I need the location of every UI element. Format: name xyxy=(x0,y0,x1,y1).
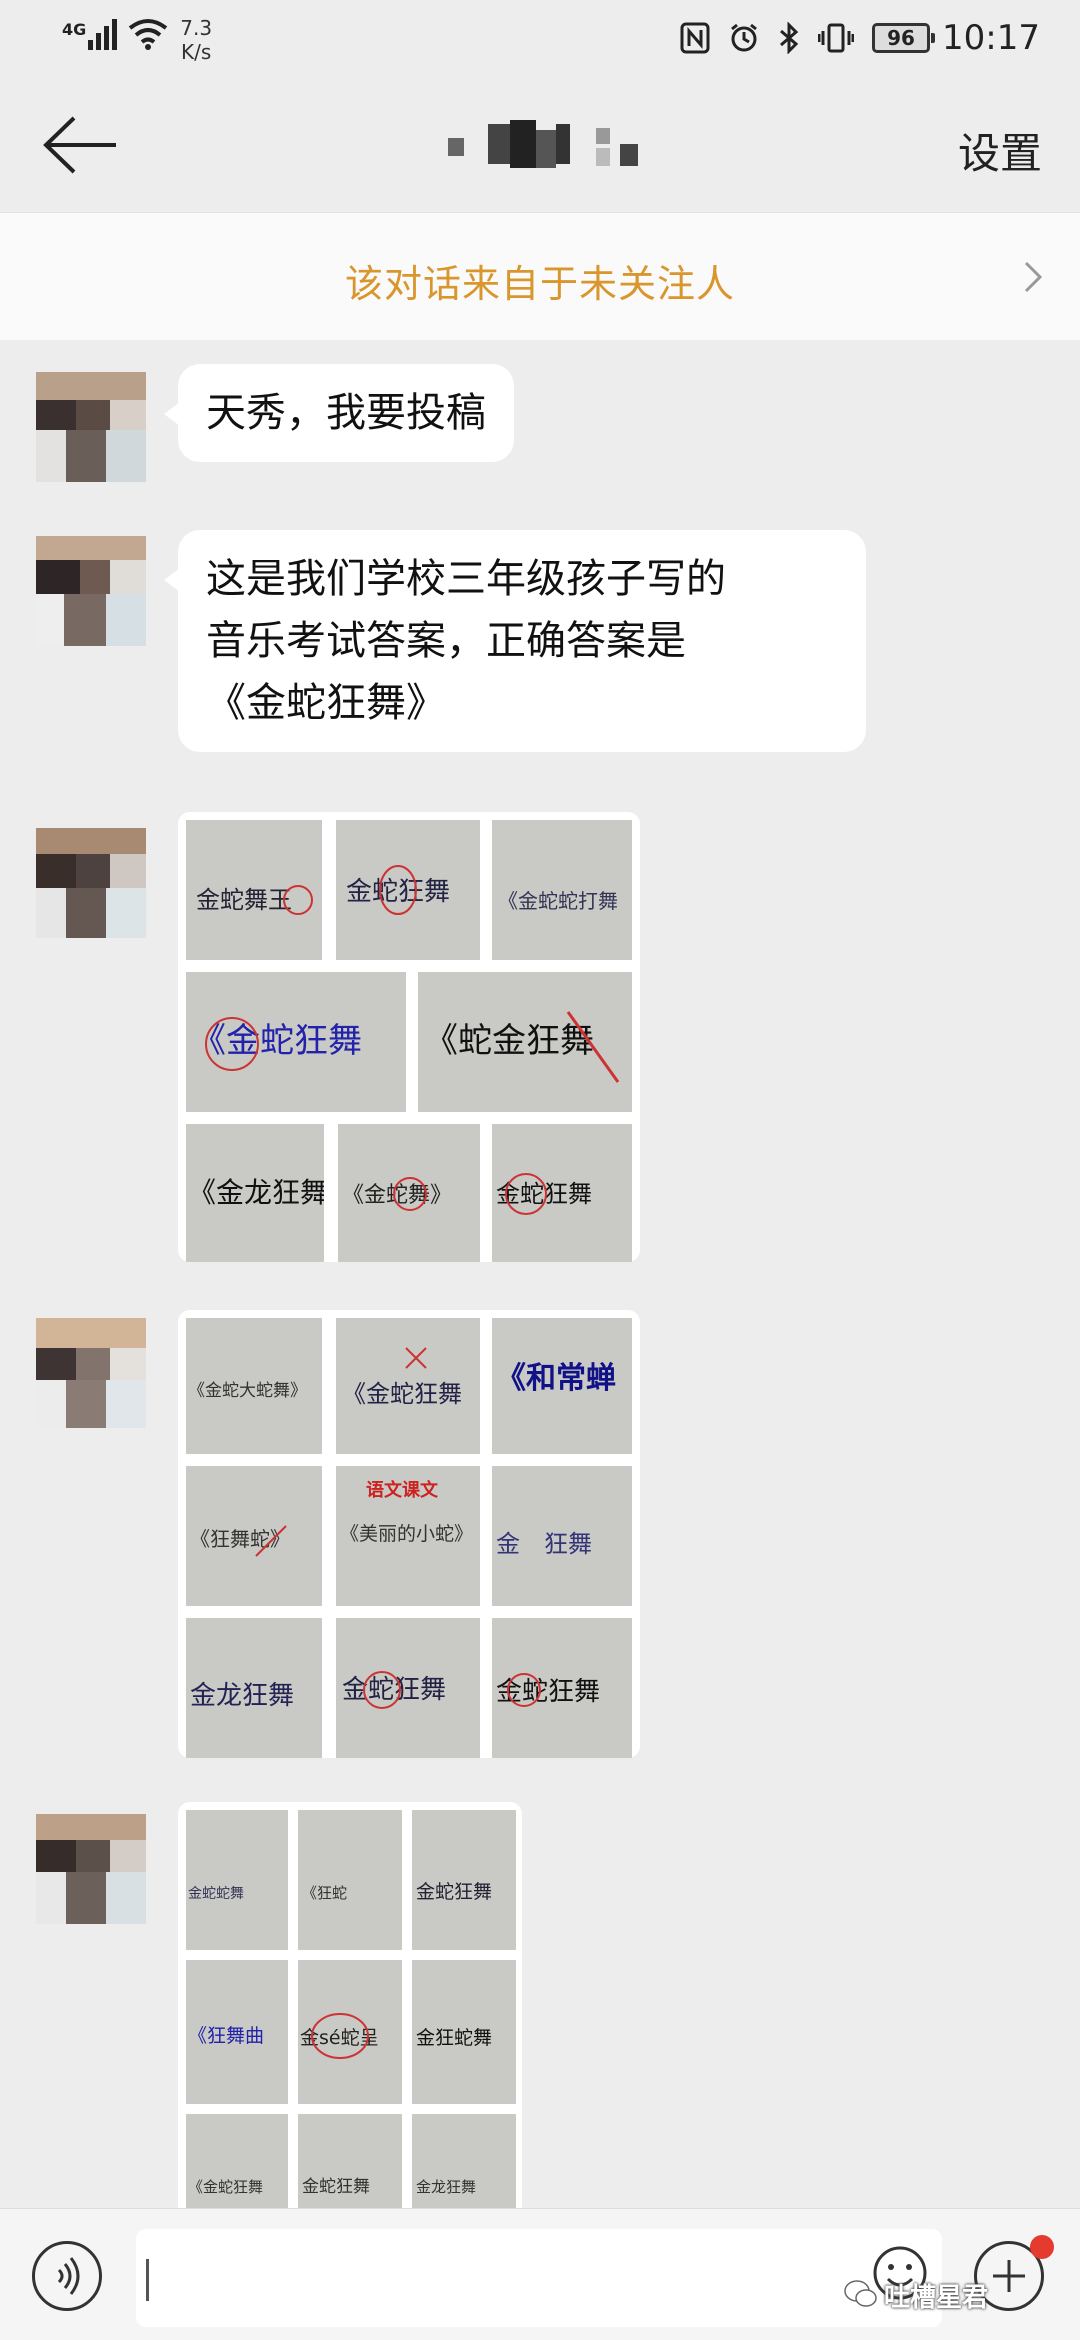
handwriting-text: 《金蛇狂舞 xyxy=(188,2178,263,2196)
avatar[interactable] xyxy=(36,828,146,938)
avatar[interactable] xyxy=(36,536,146,646)
answer-photo: 《和常蝉 xyxy=(492,1318,632,1454)
message-bubble[interactable]: 天秀，我要投稿 xyxy=(164,364,514,462)
nfc-icon xyxy=(680,22,710,54)
answer-photo: 金 狂舞 xyxy=(492,1466,632,1606)
handwriting-text: 金狂蛇舞 xyxy=(416,2027,492,2049)
banner-text: 该对话来自于未关注人 xyxy=(344,262,735,306)
handwriting-text: 《金蛇蛇打舞 xyxy=(498,889,618,913)
handwriting-text: 金蛇舞王 xyxy=(196,886,292,914)
image-message[interactable]: 金蛇舞王 金蛇狂舞 《金蛇蛇打舞 《金蛇狂舞 《蛇金狂舞 《金龙狂舞 《金蛇舞》… xyxy=(178,812,640,1262)
answer-photo: 语文课文《美丽的小蛇》 xyxy=(336,1466,480,1606)
bluetooth-icon xyxy=(778,22,800,54)
handwriting-text: 金蛇狂舞 xyxy=(342,1675,446,1705)
answer-photo: 金龙狂舞 xyxy=(186,1618,322,1758)
handwriting-text: 金蛇蛇舞 xyxy=(188,1886,244,1902)
arrow-left-icon xyxy=(43,116,116,174)
message-text: 天秀，我要投稿 xyxy=(206,390,486,436)
handwriting-text: 《蛇金狂舞 xyxy=(424,1021,594,1061)
image-message[interactable]: 金蛇蛇舞 《狂蛇 金蛇狂舞 《狂舞曲 金sé蛇呈 金狂蛇舞 《金蛇狂舞 金蛇狂舞… xyxy=(178,1802,522,2208)
handwriting-text: 《狂蛇 xyxy=(302,1884,347,1902)
handwriting-text: 《美丽的小蛇》 xyxy=(340,1523,473,1545)
settings-button[interactable]: 设置 xyxy=(958,120,1042,181)
answer-photo: 金sé蛇呈 xyxy=(298,1960,402,2104)
answer-photo: 《狂蛇 xyxy=(298,1810,402,1950)
clock: 10:17 xyxy=(942,18,1040,58)
handwriting-text: 《金蛇狂舞 xyxy=(342,1380,462,1408)
back-button[interactable] xyxy=(40,110,120,180)
text-cursor xyxy=(146,2259,149,2301)
answer-photo: 金蛇狂舞 xyxy=(492,1618,632,1758)
handwriting-text: 金 狂舞 xyxy=(496,1530,592,1558)
answer-photo: 金蛇狂舞 xyxy=(492,1124,632,1262)
status-left: 4G 7.3 K/s xyxy=(62,16,212,64)
handwriting-text: 金蛇狂舞 xyxy=(302,2177,370,2197)
answer-photo: 《金蛇狂舞 xyxy=(186,972,406,1112)
image-message[interactable]: 《金蛇大蛇舞》 《金蛇狂舞 《和常蝉 《狂舞蛇》 语文课文《美丽的小蛇》 金 狂… xyxy=(178,1310,640,1758)
wechat-icon xyxy=(844,2280,877,2307)
notification-dot xyxy=(1030,2235,1054,2259)
handwriting-text: 《狂舞蛇》 xyxy=(190,1527,290,1551)
answer-photo: 《狂舞蛇》 xyxy=(186,1466,322,1606)
speed-unit: K/s xyxy=(181,40,212,64)
watermark-text: 吐槽星君 xyxy=(884,2283,989,2313)
speed-value: 7.3 xyxy=(180,16,213,40)
vibrate-icon xyxy=(818,22,855,54)
answer-photo: 金龙狂舞 xyxy=(412,2114,516,2208)
message-line: 《金蛇狂舞》 xyxy=(206,680,446,726)
signal-icon xyxy=(88,16,120,50)
handwriting-text: 《和常蝉 xyxy=(496,1361,616,1396)
chat-header: 设置 xyxy=(0,80,1080,212)
answer-photo: 《金蛇狂舞 xyxy=(336,1318,480,1454)
handwriting-text: 金龙狂舞 xyxy=(190,1681,294,1711)
answer-photo: 《金蛇大蛇舞》 xyxy=(186,1318,322,1454)
answer-photo: 《金蛇蛇打舞 xyxy=(492,820,632,960)
chevron-right-icon xyxy=(1024,261,1043,293)
message-line: 这是我们学校三年级孩子写的 xyxy=(206,556,726,602)
avatar[interactable] xyxy=(36,372,146,482)
stranger-notice-banner[interactable]: 该对话来自于未关注人 xyxy=(0,212,1080,340)
answer-photo: 金蛇狂舞 xyxy=(336,820,480,960)
message-input[interactable] xyxy=(136,2229,942,2327)
answer-photo: 金蛇狂舞 xyxy=(412,1810,516,1950)
handwriting-text: 金龙狂舞 xyxy=(416,2178,476,2196)
answer-photo: 金蛇舞王 xyxy=(186,820,322,960)
handwriting-text: 《金蛇大蛇舞》 xyxy=(188,1381,307,1401)
input-bar: 吐槽星君 xyxy=(0,2208,1080,2340)
handwriting-text: 语文课文 xyxy=(366,1479,439,1501)
avatar[interactable] xyxy=(36,1318,146,1428)
answer-photo: 《金蛇狂舞 xyxy=(186,2114,288,2208)
answer-photo: 《金龙狂舞 xyxy=(186,1124,324,1262)
answer-photo: 金蛇蛇舞 xyxy=(186,1810,288,1950)
answer-photo: 《金蛇舞》 xyxy=(338,1124,480,1262)
network-speed: 7.3 K/s xyxy=(180,16,212,64)
voice-icon xyxy=(57,2257,80,2295)
answer-photo: 金狂蛇舞 xyxy=(412,1960,516,2104)
avatar[interactable] xyxy=(36,1814,146,1924)
handwriting-text: 《金龙狂舞 xyxy=(188,1176,324,1209)
message-bubble[interactable]: 这是我们学校三年级孩子写的 音乐考试答案，正确答案是 《金蛇狂舞》 xyxy=(164,530,866,752)
answer-photo: 金蛇狂舞 xyxy=(336,1618,480,1758)
network-type: 4G xyxy=(62,20,87,39)
answer-photo: 金蛇狂舞 xyxy=(298,2114,402,2208)
status-bar: 4G 7.3 K/s 96 10:17 xyxy=(0,0,1080,80)
battery-indicator: 96 xyxy=(872,23,936,53)
handwriting-text: 金蛇狂舞 xyxy=(346,877,450,907)
contact-name-mosaic xyxy=(448,120,648,176)
voice-button[interactable] xyxy=(32,2241,102,2311)
status-right: 96 10:17 xyxy=(680,18,1040,58)
alarm-icon xyxy=(728,22,760,54)
handwriting-text: 《金蛇狂舞 xyxy=(192,1021,362,1061)
message-line: 音乐考试答案，正确答案是 xyxy=(206,618,686,664)
handwriting-text: 金蛇狂舞 xyxy=(416,1881,492,1903)
answer-photo: 《蛇金狂舞 xyxy=(418,972,632,1112)
answer-photo: 《狂舞曲 xyxy=(186,1960,288,2104)
handwriting-text: 《狂舞曲 xyxy=(188,2025,264,2047)
wifi-icon xyxy=(128,18,168,59)
